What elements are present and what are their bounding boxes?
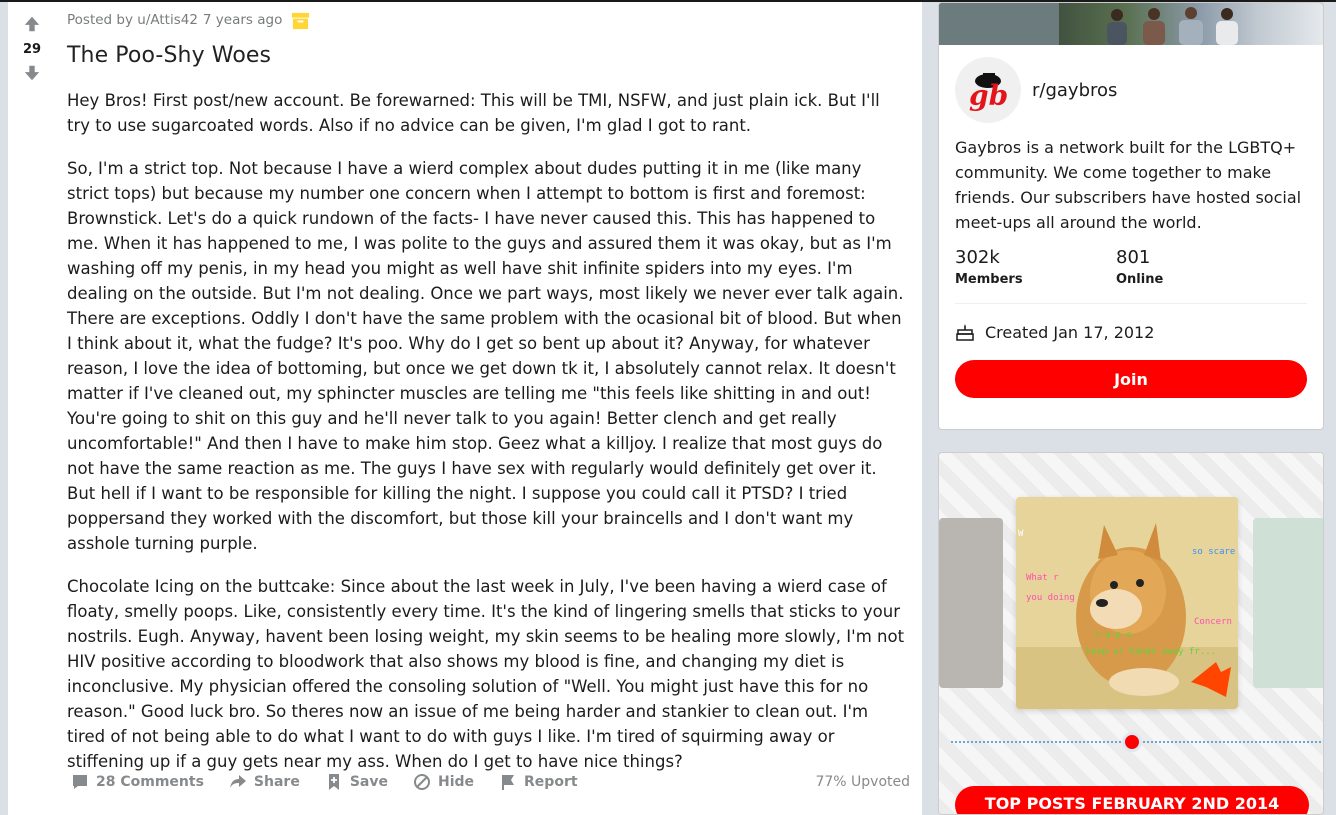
report-button[interactable]: Report [498,772,578,792]
doge-caption: you doing [1026,593,1075,603]
banner-shade [939,3,1059,45]
comment-icon [73,775,87,789]
archived-icon [292,12,310,29]
online-count: 801 [1116,247,1151,268]
doge-caption: r-a-p-e [1094,630,1132,640]
timeline-slider-handle[interactable] [1122,732,1142,752]
community-card: gb r/gaybros Gaybros is a network built … [938,2,1324,430]
post-paragraph: Hey Bros! First post/new account. Be for… [67,91,880,135]
community-stats: 302k Members 801 Online [939,235,1323,287]
downvote-button[interactable] [22,63,42,83]
comments-label: 28 Comments [96,774,204,790]
community-banner [939,3,1323,45]
post-paragraph: So, I'm a strict top. Not because I have… [67,159,904,553]
post-time[interactable]: 7 years ago [203,12,282,28]
save-button[interactable]: Save [324,772,388,792]
report-label: Report [524,774,578,790]
doge-caption: Concern [1194,617,1232,627]
upvote-ratio: 77% Upvoted [815,774,910,790]
community-name[interactable]: r/gaybros [1032,80,1117,101]
share-icon [229,775,246,788]
community-logo-text: gb [969,79,1009,112]
community-avatar[interactable]: gb [955,57,1021,123]
post-paragraph: Chocolate Icing on the buttcake: Since a… [67,577,905,771]
doge-caption: keep ur hands away fr... [1086,647,1217,657]
upvote-button[interactable] [22,14,42,34]
join-button[interactable]: Join [955,360,1307,398]
created-label: Created Jan 17, 2012 [985,322,1155,342]
doge-caption: so scare [1192,547,1236,557]
carousel-card-left[interactable] [939,518,1003,688]
post-body: Posted by u/Attis42 7 years ago The Poo-… [67,2,907,792]
post-score: 29 [22,42,42,57]
share-button[interactable]: Share [228,772,300,792]
save-label: Save [349,774,388,790]
post-card: 29 Posted by u/Attis42 7 years ago The P… [8,2,922,815]
cake-icon [956,324,974,341]
flag-icon [502,775,515,790]
doge-caption: What r [1026,573,1059,583]
doge-caption: W [1018,529,1024,539]
members-stat: 302k Members [955,247,1116,287]
community-header: gb r/gaybros [939,45,1323,123]
top-posts-card: W What r you doing so scare Concern r-a-… [938,452,1324,815]
community-description: Gaybros is a network built for the LGBTQ… [955,138,1302,232]
comments-button[interactable]: 28 Comments [70,772,204,792]
post-text: Hey Bros! First post/new account. Be for… [67,88,907,774]
vote-column: 29 [8,2,56,815]
online-stat: 801 Online [1116,247,1277,287]
hide-label: Hide [437,774,475,790]
banner-people-image [1107,7,1238,45]
hide-button[interactable]: Hide [412,772,474,792]
online-label: Online [1116,272,1164,287]
created-date: Created Jan 17, 2012 [939,304,1323,342]
top-posts-button[interactable]: TOP POSTS FEBRUARY 2ND 2014 [955,786,1309,814]
share-label: Share [253,774,300,790]
carousel-card-right[interactable] [1253,518,1323,688]
members-count: 302k [955,247,1000,268]
post-meta: Posted by u/Attis42 7 years ago [67,10,907,30]
post-actions: 28 Comments Share Save Hide Report 77% U… [70,769,910,795]
bookmark-icon [328,774,339,790]
downvote-arrow-icon [24,65,40,81]
upvote-arrow-icon [24,16,40,32]
doge-image [1016,497,1238,709]
members-label: Members [955,272,1023,287]
carousel-card-doge[interactable]: W What r you doing so scare Concern r-a-… [1016,497,1238,709]
author-link[interactable]: Posted by u/Attis42 [67,12,198,28]
post-title[interactable]: The Poo-Shy Woes [67,42,907,70]
hide-icon [413,774,430,790]
